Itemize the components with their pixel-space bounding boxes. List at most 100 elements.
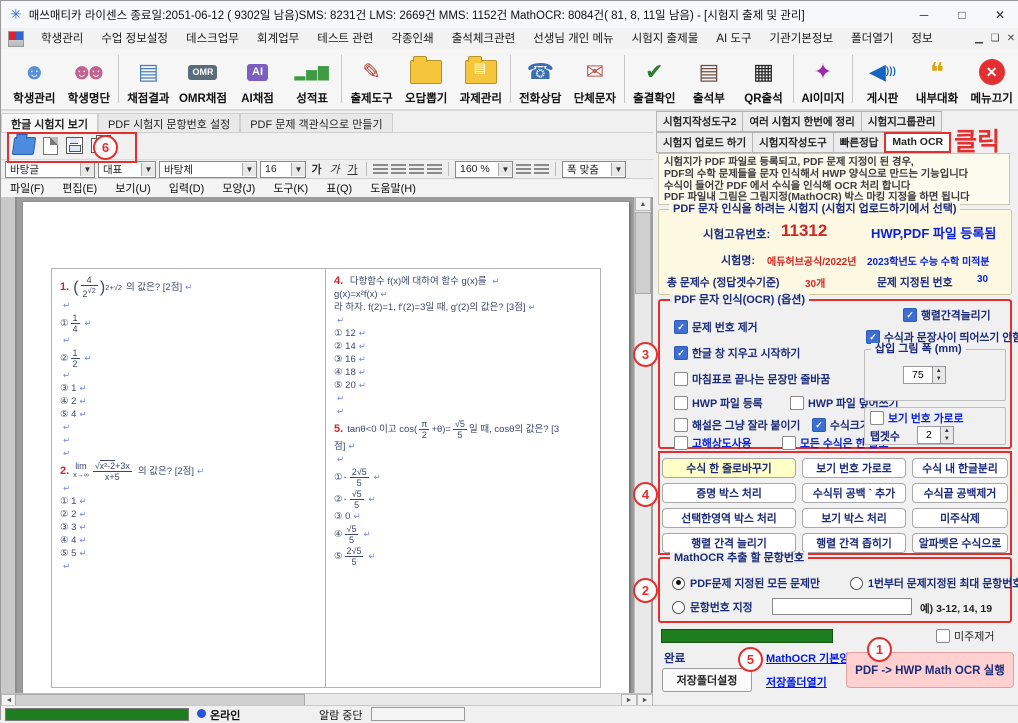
line-spacing-increase-icon[interactable]: [516, 164, 531, 175]
button-view-box[interactable]: 보기 박스 처리: [802, 508, 906, 528]
tab-batch-organize[interactable]: 여러 시험지 한번에 정리: [742, 111, 861, 132]
button-delete-endnote[interactable]: 미주삭제: [912, 508, 1008, 528]
menu-item-test-related[interactable]: 테스트 관련: [308, 29, 382, 49]
editor-menu-table[interactable]: 표(Q): [317, 180, 361, 196]
radio-icon[interactable]: [672, 577, 685, 590]
option-remove-endnote[interactable]: 미주제거: [936, 628, 994, 644]
align-left-icon[interactable]: [391, 164, 406, 175]
option-high-resolution[interactable]: 고해상도사용: [674, 435, 752, 451]
italic-button[interactable]: 가: [327, 161, 342, 177]
menu-item-printing[interactable]: 각종인쇄: [382, 29, 442, 49]
button-row-gap-increase[interactable]: 행렬 간격 늘리기: [662, 533, 796, 553]
radio-icon[interactable]: [672, 601, 685, 614]
editor-menu-help[interactable]: 도움말(H): [361, 180, 425, 196]
menu-item-students[interactable]: 학생관리: [32, 29, 92, 49]
paragraph-style-select[interactable]: 바탕글▼: [5, 161, 95, 178]
option-remove-question-number[interactable]: 문제 번호 제거: [674, 319, 758, 335]
button-view-number-horizontal[interactable]: 보기 번호 가로로: [802, 458, 906, 478]
tab-pdf-to-multiple-choice[interactable]: PDF 문제 객관식으로 만들기: [240, 113, 392, 132]
custom-numbers-input[interactable]: [772, 598, 912, 615]
menu-item-exam-output[interactable]: 시험지 출제물: [623, 29, 708, 49]
checkbox-icon[interactable]: [674, 372, 688, 386]
editor-menu-edit[interactable]: 편집(E): [53, 180, 106, 196]
button-space-after-eq[interactable]: 수식뒤 공백 ` 추가: [802, 483, 906, 503]
toolbar-ai-image[interactable]: AI이미지: [796, 49, 851, 109]
style-preset-select[interactable]: 대표▼: [98, 161, 156, 178]
editor-menu-file[interactable]: 파일(F): [1, 180, 53, 196]
radio-all-assigned[interactable]: PDF문제 지정된 모든 문제만: [672, 575, 820, 591]
toolbar-attendance-book[interactable]: 출석부: [682, 49, 737, 109]
menu-item-teacher-menu[interactable]: 선생님 개인 메뉴: [524, 29, 622, 49]
align-center-icon[interactable]: [409, 164, 424, 175]
button-split-korean-in-eq[interactable]: 수식 내 한글분리: [912, 458, 1008, 478]
tab-hwp-exam-view[interactable]: 한글 시험지 보기: [1, 113, 98, 132]
spinner-up-icon[interactable]: ▲: [933, 367, 945, 375]
minimize-button[interactable]: ─: [905, 2, 943, 28]
mdi-close-button[interactable]: ✕: [1003, 33, 1018, 44]
editor-menu-tools[interactable]: 도구(K): [264, 180, 317, 196]
tab-pdf-question-number[interactable]: PDF 시험지 문항번호 설정: [98, 113, 240, 132]
checkbox-icon[interactable]: [674, 436, 688, 450]
tab-math-ocr[interactable]: Math OCR: [884, 132, 951, 153]
menu-item-class-info[interactable]: 수업 정보설정: [92, 29, 177, 49]
fit-width-select[interactable]: 폭 맞춤▼: [562, 161, 626, 178]
tab-exam-tool[interactable]: 시험지작성도구: [752, 132, 834, 153]
spinner-up-icon[interactable]: ▲: [941, 427, 953, 435]
maximize-button[interactable]: □: [943, 2, 981, 28]
line-spacing-decrease-icon[interactable]: [534, 164, 549, 175]
tab-exam-upload[interactable]: 시험지 업로드 하기: [656, 132, 753, 153]
toolbar-exam-tool[interactable]: 출제도구: [344, 49, 399, 109]
checkbox-icon[interactable]: [936, 629, 950, 643]
option-period-linebreak[interactable]: 마침표로 끝나는 문장만 줄바꿈: [674, 371, 830, 387]
checkbox-icon[interactable]: [782, 436, 796, 450]
toolbar-menu-off[interactable]: 메뉴끄기: [964, 49, 1018, 109]
checkbox-icon[interactable]: [870, 411, 884, 425]
menu-item-accounting[interactable]: 회계업무: [248, 29, 308, 49]
editor-menu-input[interactable]: 입력(D): [160, 180, 214, 196]
checkbox-icon[interactable]: [674, 346, 688, 360]
menu-item-org-info[interactable]: 기관기본정보: [761, 29, 842, 49]
toolbar-phone-consult[interactable]: 전화상담: [513, 49, 568, 109]
toolbar-homework[interactable]: 과제관리: [454, 49, 509, 109]
toolbar-grading-results[interactable]: 채점결과: [121, 49, 176, 109]
vertical-scrollbar[interactable]: ▲: [634, 197, 651, 693]
spinner-down-icon[interactable]: ▼: [933, 375, 945, 383]
tab-exam-tool-2[interactable]: 시험지작성도구2: [656, 111, 743, 132]
radio-icon[interactable]: [850, 577, 863, 590]
menu-item-info[interactable]: 정보: [902, 29, 941, 49]
toolbar-student-management[interactable]: 학생관리: [7, 49, 62, 109]
link-open-save-folder[interactable]: 저장폴더열기: [766, 674, 827, 690]
checkbox-icon[interactable]: [790, 396, 804, 410]
button-alphabet-to-eq[interactable]: 알파벳은 수식으로: [912, 533, 1008, 553]
checkbox-icon[interactable]: [903, 308, 917, 322]
option-clear-hwp[interactable]: 한글 창 지우고 시작하기: [674, 345, 800, 361]
tab-count-spinner[interactable]: 2 ▲▼: [917, 426, 954, 444]
toolbar-group-sms[interactable]: 단체문자: [568, 49, 623, 109]
underline-button[interactable]: 가: [345, 161, 360, 177]
button-eq-one-line[interactable]: 수식 한 줄로바꾸기: [662, 458, 796, 478]
toolbar-attendance-check[interactable]: 출결확인: [627, 49, 682, 109]
button-selected-area-box[interactable]: 선택한영역 박스 처리: [662, 508, 796, 528]
button-row-gap-decrease[interactable]: 행렬 간격 좁히기: [802, 533, 906, 553]
menu-item-desk-work[interactable]: 데스크업무: [177, 29, 248, 49]
mdi-restore-button[interactable]: ❏: [987, 33, 1003, 44]
checkbox-icon[interactable]: [674, 396, 688, 410]
mdi-minimize-button[interactable]: ▁: [971, 33, 987, 44]
toolbar-student-list[interactable]: 학생명단: [62, 49, 117, 109]
font-select[interactable]: 바탕체▼: [159, 161, 257, 178]
button-remove-eq-trailing-space[interactable]: 수식끝 공백제거: [912, 483, 1008, 503]
bold-button[interactable]: 가: [309, 161, 324, 177]
scroll-up-icon[interactable]: ▲: [635, 197, 651, 211]
checkbox-icon[interactable]: [866, 330, 880, 344]
toolbar-bulletin-board[interactable]: 게시판: [855, 49, 910, 109]
toolbar-qr-attendance[interactable]: QR출석: [736, 49, 791, 109]
button-save-folder-settings[interactable]: 저장폴더설정: [662, 668, 752, 692]
radio-max-number[interactable]: 1번부터 문제지정된 최대 문항번호: [850, 575, 1018, 591]
option-hwp-register[interactable]: HWP 파일 등록: [674, 395, 763, 411]
option-row-gap-increase[interactable]: 행렬간격늘리기: [903, 307, 991, 323]
toolbar-omr-grading[interactable]: OMR채점: [176, 49, 231, 109]
toolbar-ai-grading[interactable]: AI채점: [230, 49, 285, 109]
zoom-select[interactable]: 160 %▼: [455, 161, 513, 178]
vertical-scroll-thumb[interactable]: [635, 212, 651, 294]
document-page[interactable]: 1. ( 4 2√2 )2+√2 의 값은? [2점] ① 14 ②: [23, 202, 629, 693]
